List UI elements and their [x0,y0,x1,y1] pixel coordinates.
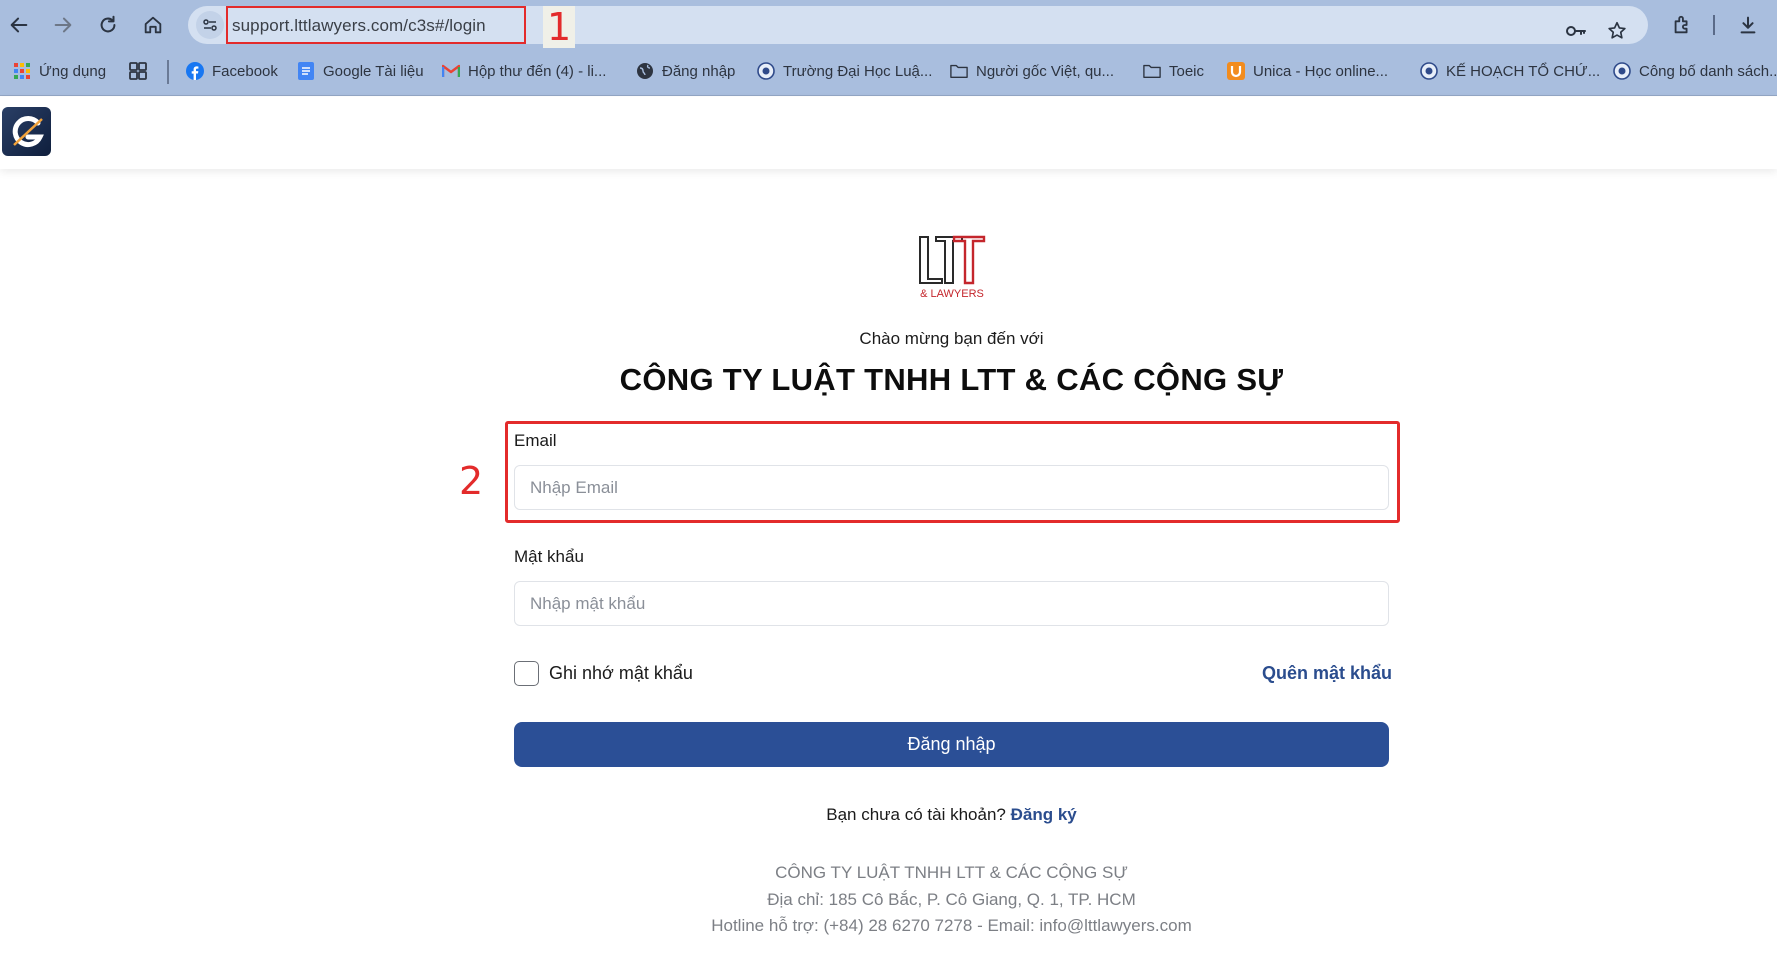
logo-subtitle: & LAWYERS [920,288,984,300]
bookmark-facebook[interactable]: Facebook [186,62,278,80]
email-highlight-box [505,421,1400,523]
register-link[interactable]: Đăng ký [1011,805,1077,824]
app-logo[interactable] [2,107,51,156]
browser-toolbar: support.lttlawyers.com/c3s#/login 1 [0,0,1777,50]
bookmark-label: Google Tài liệu [323,62,424,80]
password-label: Mật khẩu [514,547,584,566]
remember-me[interactable]: Ghi nhớ mật khẩu [514,661,693,686]
bookmarks-divider [167,60,169,84]
tab-groups-icon [129,62,147,80]
bookmark-apps[interactable]: Ứng dụng [13,62,106,80]
bookmark-gmail[interactable]: Hộp thư đến (4) - li... [442,62,606,80]
bookmark-label: Trường Đại Học Luậ... [783,62,933,80]
unica-icon [1227,62,1245,80]
register-prompt: Bạn chưa có tài khoản? Đăng ký [0,805,1777,825]
site-settings-icon[interactable] [196,11,224,39]
bookmark-label: Toeic [1169,62,1205,80]
bookmark-label: Hộp thư đến (4) - li... [468,62,607,80]
remember-checkbox[interactable] [514,661,539,686]
annotation-marker-2: 2 [459,459,484,503]
bookmark-google-docs[interactable]: Google Tài liệu [297,62,424,80]
remember-label: Ghi nhớ mật khẩu [549,663,693,683]
bookmark-star-icon[interactable] [1604,18,1630,44]
bookmark-truong-dai-hoc[interactable]: Trường Đại Học Luậ... [757,62,932,80]
apps-grid-icon [13,62,31,80]
folder-icon [1143,62,1161,80]
bookmarks-bar: Ứng dụng Facebook Google Tài liệu Hộp th… [0,50,1777,96]
facebook-icon [186,62,204,80]
bookmark-label: Unica - Học online... [1253,62,1389,80]
bookmark-label: Công bố danh sách... [1639,62,1777,80]
page-header [0,97,1777,169]
bookmark-nguoi-goc-viet[interactable]: Người gốc Việt, qu... [950,62,1114,80]
annotation-marker-1: 1 [543,6,576,48]
password-field[interactable] [514,581,1389,626]
folder-icon [950,62,968,80]
no-account-text: Bạn chưa có tài khoản? [826,805,1006,824]
bookmark-label: Người gốc Việt, qu... [976,62,1115,80]
welcome-text: Chào mừng bạn đến với [859,329,1044,348]
university-seal-icon [1613,62,1631,80]
bookmark-label: Facebook [212,62,278,80]
bookmark-cong-bo[interactable]: Công bố danh sách... [1613,62,1777,80]
footer-contact: Hotline hỗ trợ: (+84) 28 6270 7278 - Ema… [711,916,1192,935]
bookmark-label: Đăng nhập [662,62,736,80]
google-docs-icon [297,62,315,80]
bookmark-label: KẾ HOẠCH TỔ CHỨ... [1446,62,1601,80]
back-icon[interactable] [2,8,36,42]
university-seal-icon [1420,62,1438,80]
footer-address: Địa chỉ: 185 Cô Bắc, P. Cô Giang, Q. 1, … [767,890,1136,909]
bookmark-dang-nhap[interactable]: Đăng nhập [636,62,735,80]
login-button[interactable]: Đăng nhập [514,722,1389,767]
ltt-lawyers-logo: & LAWYERS [910,233,994,301]
bookmark-ke-hoach[interactable]: KẾ HOẠCH TỔ CHỨ... [1420,62,1600,80]
footer-company: CÔNG TY LUẬT TNHH LTT & CÁC CỘNG SỰ [775,863,1128,882]
toolbar-divider [1713,15,1715,35]
bookmark-label: Ứng dụng [39,62,107,80]
forward-icon[interactable] [46,8,80,42]
extensions-icon[interactable] [1665,8,1699,42]
download-icon[interactable] [1731,8,1765,42]
university-seal-icon [757,62,775,80]
password-key-icon[interactable] [1563,18,1589,44]
reload-icon[interactable] [91,8,125,42]
company-title: CÔNG TY LUẬT TNHH LTT & CÁC CỘNG SỰ [619,362,1284,397]
globe-icon [636,62,654,80]
bookmark-tab-groups[interactable] [129,62,147,80]
bookmark-unica[interactable]: Unica - Học online... [1227,62,1388,80]
home-icon[interactable] [136,8,170,42]
gmail-icon [442,62,460,80]
url-highlight-box [226,6,526,44]
forgot-password-link[interactable]: Quên mật khẩu [1262,663,1392,684]
bookmark-toeic[interactable]: Toeic [1143,62,1204,80]
